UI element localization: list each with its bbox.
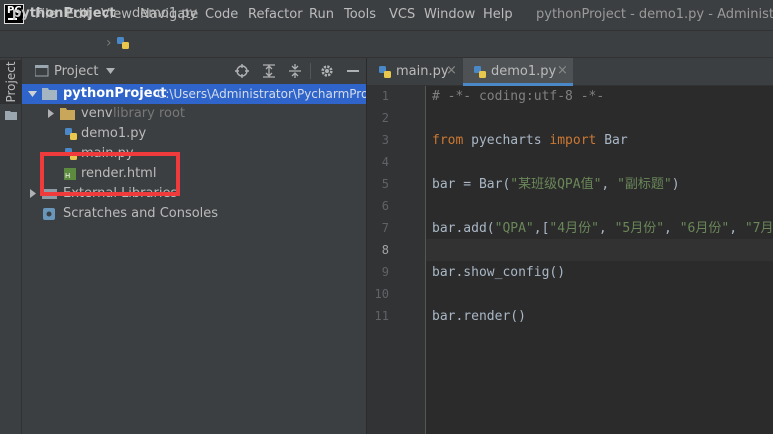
breadcrumb-separator-icon: ›	[106, 35, 112, 51]
toolbar-divider	[310, 63, 311, 79]
line-number: 7	[381, 221, 389, 235]
menu-tools[interactable]: Tools	[344, 7, 376, 23]
annotation-highlight-box	[40, 152, 180, 196]
line-number: 6	[381, 199, 389, 213]
project-stripe-label[interactable]: Project	[4, 61, 18, 102]
line-number: 4	[381, 155, 389, 169]
chevron-right-icon[interactable]	[46, 109, 55, 118]
breadcrumb-file[interactable]: demo1.py	[132, 6, 197, 22]
menu-refactor[interactable]: Refactor	[248, 7, 303, 23]
locate-target-icon[interactable]	[235, 64, 249, 78]
gear-icon[interactable]	[320, 64, 334, 78]
menu-run[interactable]: Run	[309, 7, 334, 23]
line-number: 11	[374, 309, 389, 323]
tree-row-root[interactable]: pythonProject C:\Users\Administrator\Pyc…	[22, 84, 372, 104]
breadcrumb-project[interactable]: pythonProject	[12, 6, 116, 22]
menu-window[interactable]: Window	[424, 7, 475, 23]
close-icon[interactable]: ×	[446, 63, 457, 78]
line-number: 9	[381, 265, 389, 279]
code-line[interactable]: bar.render()	[432, 309, 526, 325]
collapse-all-icon[interactable]	[288, 64, 302, 78]
line-number: 8	[381, 243, 389, 257]
line-number: 3	[381, 133, 389, 147]
tab-main-py[interactable]: main.py ×	[367, 58, 463, 86]
tree-row-demo1[interactable]: demo1.py	[22, 124, 366, 144]
code-line[interactable]: bar.show_config()	[432, 265, 565, 281]
expand-all-icon[interactable]	[262, 64, 276, 78]
folder-icon	[42, 88, 57, 100]
tree-row-scratches[interactable]: Scratches and Consoles	[22, 204, 366, 224]
project-folder-icon	[35, 65, 49, 77]
tree-root-path: C:\Users\Administrator\PycharmProj	[157, 87, 372, 101]
tree-demo1-name: demo1.py	[81, 126, 147, 141]
tab-main-label: main.py	[396, 64, 449, 79]
tab-demo1-label: demo1.py	[491, 64, 557, 79]
tree-row-venv[interactable]: venv library root	[22, 104, 366, 124]
menu-help[interactable]: Help	[483, 7, 513, 23]
project-panel-title[interactable]: Project	[54, 64, 98, 79]
tree-scratches-name: Scratches and Consoles	[63, 206, 219, 221]
python-file-icon	[379, 66, 391, 78]
python-file-icon	[117, 37, 129, 49]
chevron-right-icon[interactable]	[28, 189, 37, 198]
code-line[interactable]: # -*- coding:utf-8 -*-	[432, 89, 604, 105]
line-number: 10	[374, 287, 389, 301]
tree-root-name: pythonProject	[63, 86, 167, 101]
chevron-down-icon[interactable]	[28, 89, 37, 98]
view-dropdown-icon[interactable]	[106, 68, 115, 74]
menu-vcs[interactable]: VCS	[389, 7, 415, 23]
close-icon[interactable]: ×	[557, 63, 568, 78]
window-title: pythonProject - demo1.py - Administrato	[536, 7, 773, 22]
minimize-icon[interactable]	[347, 70, 359, 72]
tree-venv-hint: library root	[113, 106, 186, 121]
line-number: 1	[381, 89, 389, 103]
code-line[interactable]: bar = Bar("某班级QPA值", "副标题")	[432, 177, 680, 193]
current-line-highlight	[426, 239, 773, 261]
code-line[interactable]: bar.add("QPA",["4月份", "5月份", "6月份", "7月	[432, 221, 773, 237]
tab-demo1-py[interactable]: demo1.py ×	[463, 58, 573, 86]
code-line[interactable]: from pyecharts import Bar	[432, 133, 628, 149]
tree-venv-name: venv	[81, 106, 113, 121]
python-file-icon	[474, 66, 486, 78]
folder-stripe-icon[interactable]	[5, 110, 17, 120]
line-number: 5	[381, 177, 389, 191]
line-number: 2	[381, 111, 389, 125]
python-file-icon	[65, 128, 77, 140]
folder-icon	[60, 108, 75, 120]
menu-code[interactable]: Code	[205, 7, 238, 23]
scratches-icon	[43, 208, 55, 220]
